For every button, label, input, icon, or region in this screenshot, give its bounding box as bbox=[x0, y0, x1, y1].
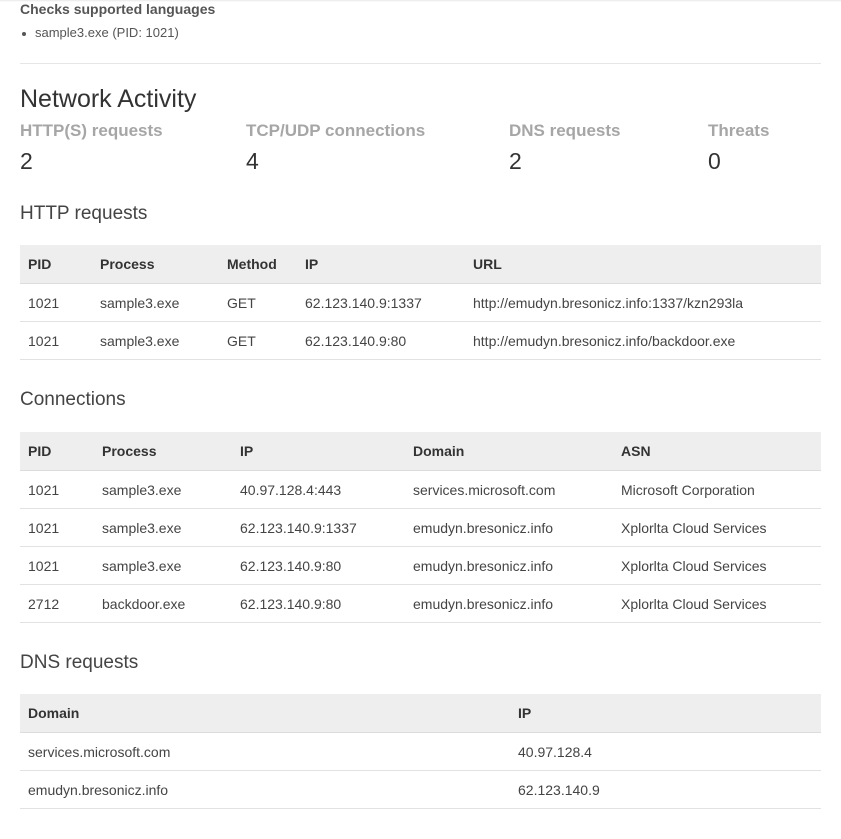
table-row: 1021 sample3.exe 62.123.140.9:1337 emudy… bbox=[20, 508, 821, 547]
stat-value: 0 bbox=[708, 148, 721, 174]
connections-table: PID Process IP Domain ASN 1021 sample3.e… bbox=[20, 432, 821, 623]
column-header-url: URL bbox=[465, 245, 821, 284]
cell-asn: Microsoft Corporation bbox=[613, 470, 821, 509]
stat-label: HTTP(S) requests bbox=[20, 121, 163, 140]
table-row: services.microsoft.com 40.97.128.4 bbox=[20, 732, 821, 771]
column-header-ip: IP bbox=[510, 694, 821, 733]
cell-process: sample3.exe bbox=[94, 508, 232, 547]
network-activity-title: Network Activity bbox=[20, 85, 197, 113]
table-row: 1021 sample3.exe 62.123.140.9:80 emudyn.… bbox=[20, 546, 821, 585]
cell-process: sample3.exe bbox=[94, 470, 232, 509]
behavior-title: Checks supported languages bbox=[20, 1, 216, 17]
cell-domain: services.microsoft.com bbox=[20, 732, 510, 771]
cell-method: GET bbox=[219, 283, 297, 322]
cell-domain: emudyn.bresonicz.info bbox=[405, 584, 613, 623]
cell-pid: 1021 bbox=[20, 321, 92, 360]
cell-url: http://emudyn.bresonicz.info/backdoor.ex… bbox=[465, 321, 821, 360]
report-content: Checks supported languages sample3.exe (… bbox=[20, 0, 821, 809]
cell-process: sample3.exe bbox=[94, 546, 232, 585]
table-row: emudyn.bresonicz.info 62.123.140.9 bbox=[20, 770, 821, 809]
stat-tcp-udp-connections: TCP/UDP connections 4 bbox=[246, 119, 425, 176]
column-header-ip: IP bbox=[232, 432, 405, 471]
column-header-domain: Domain bbox=[405, 432, 613, 471]
stat-label: DNS requests bbox=[509, 121, 621, 140]
cell-asn: Xplorlta Cloud Services bbox=[613, 546, 821, 585]
stat-label: Threats bbox=[708, 121, 770, 140]
cell-process: backdoor.exe bbox=[94, 584, 232, 623]
cell-domain: emudyn.bresonicz.info bbox=[405, 546, 613, 585]
table-row: 1021 sample3.exe GET 62.123.140.9:80 htt… bbox=[20, 321, 821, 360]
table-header-row: Domain IP bbox=[20, 694, 821, 733]
cell-asn: Xplorlta Cloud Services bbox=[613, 584, 821, 623]
column-header-process: Process bbox=[92, 245, 219, 284]
stat-value: 2 bbox=[20, 148, 33, 174]
cell-ip: 62.123.140.9:80 bbox=[297, 321, 465, 360]
column-header-domain: Domain bbox=[20, 694, 510, 733]
http-requests-title: HTTP requests bbox=[20, 203, 148, 224]
cell-domain: emudyn.bresonicz.info bbox=[405, 508, 613, 547]
http-requests-table: PID Process Method IP URL 1021 sample3.e… bbox=[20, 245, 821, 360]
stat-label: TCP/UDP connections bbox=[246, 121, 426, 140]
cell-pid: 1021 bbox=[20, 470, 94, 509]
cell-asn: Xplorlta Cloud Services bbox=[613, 508, 821, 547]
cell-pid: 1021 bbox=[20, 508, 94, 547]
column-header-pid: PID bbox=[20, 245, 92, 284]
table-row: 1021 sample3.exe GET 62.123.140.9:1337 h… bbox=[20, 283, 821, 322]
report-page: Checks supported languages sample3.exe (… bbox=[0, 0, 841, 839]
column-header-method: Method bbox=[219, 245, 297, 284]
table-header-row: PID Process IP Domain ASN bbox=[20, 432, 821, 471]
cell-pid: 1021 bbox=[20, 283, 92, 322]
table-row: 2712 backdoor.exe 62.123.140.9:80 emudyn… bbox=[20, 584, 821, 623]
cell-process: sample3.exe bbox=[92, 321, 219, 360]
cell-ip: 62.123.140.9:1337 bbox=[232, 508, 405, 547]
stat-http-requests: HTTP(S) requests 2 bbox=[20, 119, 163, 176]
column-header-process: Process bbox=[94, 432, 232, 471]
column-header-ip: IP bbox=[297, 245, 465, 284]
cell-ip: 62.123.140.9 bbox=[510, 770, 821, 809]
cell-ip: 62.123.140.9:1337 bbox=[297, 283, 465, 322]
cell-process: sample3.exe bbox=[92, 283, 219, 322]
dns-requests-table: Domain IP services.microsoft.com 40.97.1… bbox=[20, 694, 821, 809]
cell-method: GET bbox=[219, 321, 297, 360]
cell-domain: services.microsoft.com bbox=[405, 470, 613, 509]
column-header-asn: ASN bbox=[613, 432, 821, 471]
behavior-process-item: sample3.exe (PID: 1021) bbox=[20, 23, 821, 43]
cell-url: http://emudyn.bresonicz.info:1337/kzn293… bbox=[465, 283, 821, 322]
stat-value: 2 bbox=[509, 148, 522, 174]
connections-title: Connections bbox=[20, 389, 126, 410]
stat-dns-requests: DNS requests 2 bbox=[509, 119, 620, 176]
behavior-process-list: sample3.exe (PID: 1021) bbox=[20, 23, 821, 43]
cell-ip: 40.97.128.4:443 bbox=[232, 470, 405, 509]
network-stats: HTTP(S) requests 2 TCP/UDP connections 4… bbox=[20, 119, 821, 179]
stat-value: 4 bbox=[246, 148, 259, 174]
cell-domain: emudyn.bresonicz.info bbox=[20, 770, 510, 809]
column-header-pid: PID bbox=[20, 432, 94, 471]
cell-ip: 40.97.128.4 bbox=[510, 732, 821, 771]
cell-ip: 62.123.140.9:80 bbox=[232, 546, 405, 585]
cell-ip: 62.123.140.9:80 bbox=[232, 584, 405, 623]
cell-pid: 1021 bbox=[20, 546, 94, 585]
cell-pid: 2712 bbox=[20, 584, 94, 623]
dns-requests-title: DNS requests bbox=[20, 652, 139, 673]
table-header-row: PID Process Method IP URL bbox=[20, 245, 821, 284]
section-divider bbox=[20, 63, 821, 64]
table-row: 1021 sample3.exe 40.97.128.4:443 service… bbox=[20, 470, 821, 509]
stat-threats: Threats 0 bbox=[708, 119, 769, 176]
